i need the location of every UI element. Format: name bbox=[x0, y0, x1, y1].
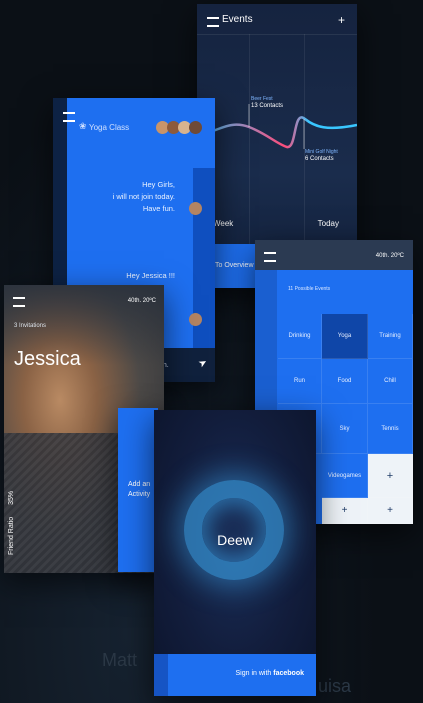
tile-videogames[interactable]: Videogames bbox=[322, 454, 368, 498]
status-time: 40th. 20ºC bbox=[127, 298, 156, 304]
annotation-label: Beer Fest bbox=[251, 96, 273, 102]
friend-ratio-text: Friend Ratio bbox=[8, 516, 15, 555]
annotation-label: Mini Golf Night bbox=[305, 149, 338, 155]
signin-prefix: Sign in with bbox=[235, 670, 272, 677]
add-activity-line: Activity bbox=[128, 491, 151, 498]
friend-ratio-value: 35% bbox=[8, 490, 15, 505]
divider bbox=[197, 34, 357, 35]
message-text: Hey Jessica !!! bbox=[126, 271, 175, 280]
tile-sky[interactable]: Sky bbox=[322, 404, 368, 454]
annotation-count: 13 Contacts bbox=[251, 103, 284, 109]
annotation-count: 6 Contacts bbox=[305, 156, 334, 162]
sender-avatar bbox=[189, 202, 202, 215]
signin-label: Sign in with facebook bbox=[236, 670, 304, 677]
add-tile-button[interactable]: + bbox=[322, 498, 368, 524]
add-tile-button[interactable]: + bbox=[368, 498, 413, 524]
overview-label: To Overview bbox=[215, 262, 254, 269]
sender-avatar bbox=[189, 313, 202, 326]
ghost-name-left: Matt bbox=[102, 650, 138, 670]
today-label[interactable]: Today bbox=[318, 219, 339, 228]
possible-events: 11 Possible Events bbox=[288, 286, 331, 292]
menu-icon[interactable] bbox=[264, 252, 276, 262]
tile-food[interactable]: Food bbox=[322, 359, 368, 404]
login-card: Deew Sign in with facebook bbox=[154, 410, 316, 696]
app-name: Deew bbox=[217, 532, 253, 548]
menu-icon[interactable] bbox=[207, 17, 219, 27]
tile-chill[interactable]: Chill bbox=[368, 359, 413, 404]
send-icon[interactable]: ➤ bbox=[196, 357, 209, 371]
add-event-icon[interactable]: + bbox=[338, 13, 345, 27]
menu-icon[interactable] bbox=[13, 297, 25, 307]
tile-yoga[interactable]: Yoga bbox=[322, 314, 368, 359]
status-time: 40th. 20ºC bbox=[375, 253, 404, 259]
facebook-signin-button[interactable]: Sign in with facebook bbox=[168, 654, 316, 696]
add-tile-button[interactable]: + bbox=[368, 454, 413, 498]
glow-ring bbox=[184, 480, 284, 580]
signin-brand: facebook bbox=[273, 670, 304, 677]
tile-tennis[interactable]: Tennis bbox=[368, 404, 413, 454]
tile-training[interactable]: Training bbox=[368, 314, 413, 359]
week-label[interactable]: Week bbox=[213, 219, 233, 228]
menu-icon[interactable] bbox=[63, 112, 75, 122]
profile-name: Jessica bbox=[14, 348, 81, 370]
add-activity-line: Add an bbox=[128, 481, 151, 488]
message-bubble: Hey Girls, i will not join today. Have f… bbox=[113, 179, 175, 215]
add-activity-panel[interactable]: Add an Activity bbox=[118, 408, 158, 572]
message-line: Have fun. bbox=[142, 204, 175, 213]
add-activity-label: Add an Activity bbox=[128, 480, 150, 500]
friend-ratio-label: Friend Ratio 35% bbox=[8, 491, 15, 555]
tile-drinking[interactable]: Drinking bbox=[278, 314, 322, 359]
signin-edge bbox=[154, 654, 168, 696]
events-title: Events bbox=[222, 14, 253, 25]
tile-run[interactable]: Run bbox=[278, 359, 322, 404]
message-line: i will not join today. bbox=[112, 192, 175, 201]
ghost-name-right: uisa bbox=[318, 676, 352, 696]
chat-title: Yoga Class bbox=[89, 123, 130, 132]
message-line: Hey Girls, bbox=[142, 180, 175, 189]
invitations-count[interactable]: 3 Invitations bbox=[14, 323, 46, 329]
lotus-icon: ❀ bbox=[79, 121, 87, 131]
avatar[interactable] bbox=[189, 121, 202, 134]
